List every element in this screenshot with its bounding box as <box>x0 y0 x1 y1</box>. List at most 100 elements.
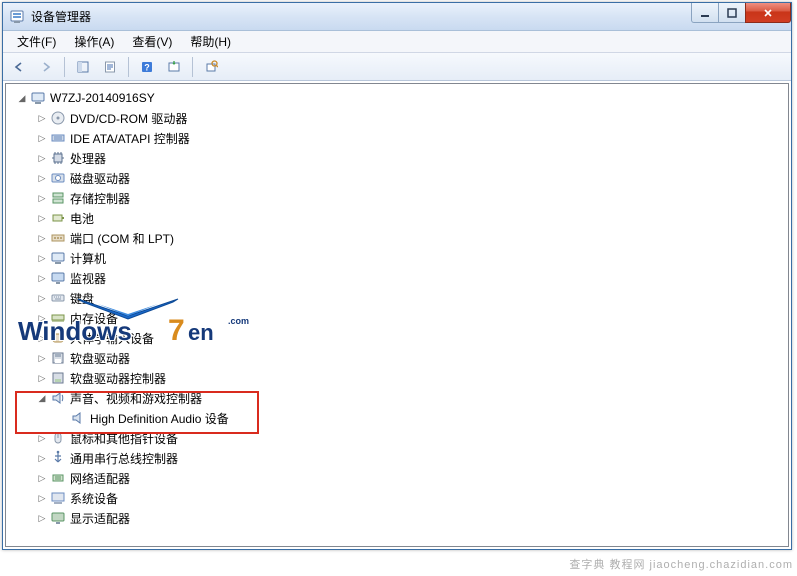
toolbar-separator <box>192 57 193 77</box>
expand-icon[interactable]: ▷ <box>36 152 48 164</box>
device-tree-panel[interactable]: ◢W7ZJ-20140916SY▷DVD/CD-ROM 驱动器▷IDE ATA/… <box>5 83 789 547</box>
network-icon <box>50 470 66 486</box>
ide-icon <box>50 130 66 146</box>
computer-icon <box>50 250 66 266</box>
expand-icon[interactable]: ▷ <box>36 472 48 484</box>
menu-view[interactable]: 查看(V) <box>124 31 180 52</box>
expand-icon[interactable]: ▷ <box>36 432 48 444</box>
show-hide-tree-button[interactable] <box>71 56 95 78</box>
tree-node-label: 人体学输入设备 <box>70 330 154 347</box>
tree-node-label: 内存设备 <box>70 310 118 327</box>
tree-node[interactable]: ▷ 存储控制器 <box>34 188 788 208</box>
tree-node-label: 软盘驱动器 <box>70 350 130 367</box>
tree-node-label: 软盘驱动器控制器 <box>70 370 166 387</box>
expand-icon[interactable]: ▷ <box>36 172 48 184</box>
tree-node[interactable]: ▷ 鼠标和其他指针设备 <box>34 428 788 448</box>
properties-button[interactable] <box>98 56 122 78</box>
port-icon <box>50 230 66 246</box>
expand-icon[interactable]: ▷ <box>36 232 48 244</box>
tree-node-label: High Definition Audio 设备 <box>90 410 229 427</box>
menu-file[interactable]: 文件(F) <box>9 31 64 52</box>
app-icon <box>9 9 25 25</box>
menu-help[interactable]: 帮助(H) <box>182 31 239 52</box>
window-title: 设备管理器 <box>31 8 91 25</box>
tree-node[interactable]: ▷ 内存设备 <box>34 308 788 328</box>
tree-root-node[interactable]: ◢ W7ZJ-20140916SY <box>14 88 788 108</box>
tree-node-label: 系统设备 <box>70 490 118 507</box>
computer-icon <box>30 90 46 106</box>
expand-icon[interactable]: ▷ <box>36 492 48 504</box>
tree-node[interactable]: ▷电池 <box>34 208 788 228</box>
forward-button[interactable] <box>34 56 58 78</box>
disk-icon <box>50 170 66 186</box>
tree-node-label: 网络适配器 <box>70 470 130 487</box>
tree-node[interactable]: ◢声音、视频和游戏控制器 <box>34 388 788 408</box>
disc-icon <box>50 110 66 126</box>
maximize-button[interactable] <box>718 3 746 23</box>
tree-node-label: 键盘 <box>70 290 94 307</box>
tree-node[interactable]: ▷ 监视器 <box>34 268 788 288</box>
svg-text:?: ? <box>144 62 150 72</box>
tree-node[interactable]: ▷ 磁盘驱动器 <box>34 168 788 188</box>
tree-node-label: 监视器 <box>70 270 106 287</box>
tree-node[interactable]: ▷ 处理器 <box>34 148 788 168</box>
tree-node[interactable]: ▷ 显示适配器 <box>34 508 788 528</box>
scan-changes-button[interactable] <box>162 56 186 78</box>
mouse-icon <box>50 430 66 446</box>
expand-icon[interactable]: ▷ <box>36 192 48 204</box>
tree-node-label: 磁盘驱动器 <box>70 170 130 187</box>
menu-action[interactable]: 操作(A) <box>66 31 122 52</box>
expand-icon[interactable]: ▷ <box>36 332 48 344</box>
bottom-watermark: 查字典 教程网 jiaocheng.chazidian.com <box>569 556 793 572</box>
collapse-icon[interactable]: ◢ <box>16 92 28 104</box>
cpu-icon <box>50 150 66 166</box>
tree-child-node[interactable]: High Definition Audio 设备 <box>54 408 788 428</box>
expand-icon[interactable]: ▷ <box>36 272 48 284</box>
toolbar-separator <box>64 57 65 77</box>
tree-node[interactable]: ▷ 软盘驱动器 <box>34 348 788 368</box>
expand-icon[interactable]: ▷ <box>36 452 48 464</box>
tree-node-label: W7ZJ-20140916SY <box>50 91 155 105</box>
keyboard-icon <box>50 290 66 306</box>
speaker-icon <box>70 410 86 426</box>
collapse-icon[interactable]: ◢ <box>36 392 48 404</box>
expand-icon[interactable]: ▷ <box>36 312 48 324</box>
expand-icon[interactable]: ▷ <box>36 132 48 144</box>
expand-icon[interactable]: ▷ <box>36 512 48 524</box>
storage-icon <box>50 190 66 206</box>
tree-node[interactable]: ▷ 网络适配器 <box>34 468 788 488</box>
expand-icon[interactable]: ▷ <box>36 212 48 224</box>
menubar: 文件(F) 操作(A) 查看(V) 帮助(H) <box>3 31 791 53</box>
tree-node-label: 存储控制器 <box>70 190 130 207</box>
close-button[interactable] <box>745 3 791 23</box>
back-button[interactable] <box>7 56 31 78</box>
expand-icon[interactable]: ▷ <box>36 292 48 304</box>
titlebar[interactable]: 设备管理器 <box>3 3 791 31</box>
toolbar: ? <box>3 53 791 81</box>
tree-node-label: 鼠标和其他指针设备 <box>70 430 178 447</box>
tree-node[interactable]: ▷ 人体学输入设备 <box>34 328 788 348</box>
minimize-button[interactable] <box>691 3 719 23</box>
expand-icon[interactable]: ▷ <box>36 372 48 384</box>
tree-node-label: DVD/CD-ROM 驱动器 <box>70 110 187 127</box>
scan-hardware-button[interactable] <box>199 56 223 78</box>
help-button[interactable]: ? <box>135 56 159 78</box>
tree-node[interactable]: ▷IDE ATA/ATAPI 控制器 <box>34 128 788 148</box>
display-icon <box>50 510 66 526</box>
expand-icon[interactable]: ▷ <box>36 252 48 264</box>
system-icon <box>50 490 66 506</box>
tree-node[interactable]: ▷ 系统设备 <box>34 488 788 508</box>
floppyctrl-icon <box>50 370 66 386</box>
tree-node-label: 显示适配器 <box>70 510 130 527</box>
battery-icon <box>50 210 66 226</box>
tree-node-label: 处理器 <box>70 150 106 167</box>
tree-node[interactable]: ▷ 键盘 <box>34 288 788 308</box>
tree-node[interactable]: ▷通用串行总线控制器 <box>34 448 788 468</box>
tree-node-label: 计算机 <box>70 250 106 267</box>
expand-icon[interactable]: ▷ <box>36 352 48 364</box>
tree-node[interactable]: ▷ 计算机 <box>34 248 788 268</box>
tree-node[interactable]: ▷ DVD/CD-ROM 驱动器 <box>34 108 788 128</box>
expand-icon[interactable]: ▷ <box>36 112 48 124</box>
tree-node[interactable]: ▷ 软盘驱动器控制器 <box>34 368 788 388</box>
tree-node[interactable]: ▷端口 (COM 和 LPT) <box>34 228 788 248</box>
